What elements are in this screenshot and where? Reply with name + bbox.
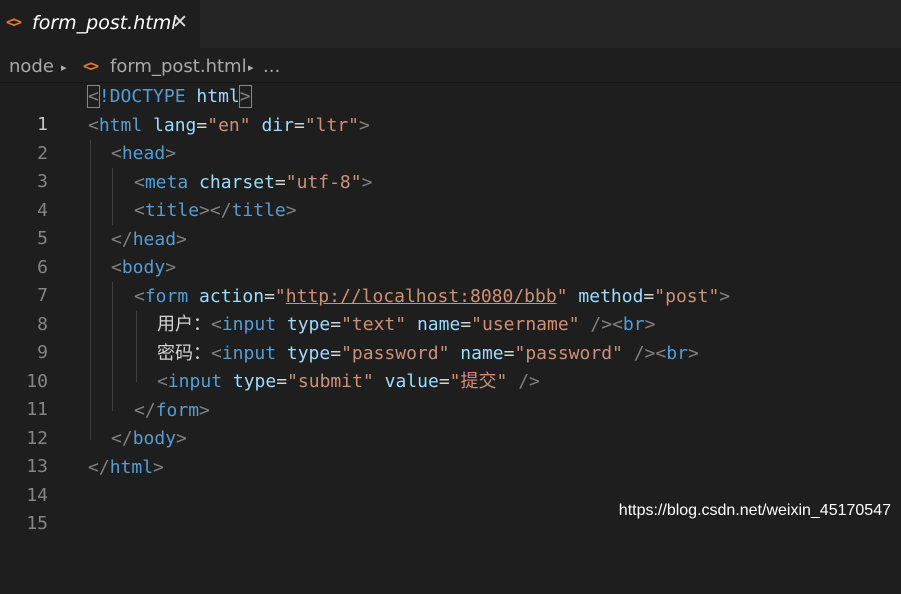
html-file-icon: <>: [83, 57, 99, 75]
breadcrumb-item-file[interactable]: form_post.html: [110, 56, 247, 77]
code-line: 6 </head>: [0, 226, 901, 278]
code-line: 11 <input type="submit" value="提交" />: [0, 368, 901, 420]
code-line: 14 </html>: [0, 454, 901, 506]
tab-title: form_post.html: [32, 12, 177, 34]
chevron-right-icon: ▸: [248, 61, 254, 74]
html-file-icon: <>: [6, 13, 22, 31]
code-line: 7 <body>: [0, 254, 901, 306]
breadcrumb-item-more[interactable]: ...: [263, 56, 280, 77]
action-url-link[interactable]: http://localhost:8080/bbb: [286, 286, 557, 307]
code-line: 4 <meta charset="utf-8">: [0, 169, 901, 221]
code-line: 1 <!DOCTYPE html>: [0, 83, 901, 135]
code-line: 2 <html lang="en" dir="ltr">: [0, 112, 901, 164]
code-line: 13 </body>: [0, 425, 901, 477]
tab-bar: <> form_post.html ✕: [0, 0, 901, 48]
code-line: 5 <title></title>: [0, 197, 901, 249]
watermark: https://blog.csdn.net/weixin_45170547: [618, 502, 891, 519]
code-line: 9 用户：<input type="text" name="username" …: [0, 311, 901, 363]
breadcrumb: node ▸ <> form_post.html ▸ ...: [0, 48, 901, 83]
chevron-right-icon: ▸: [61, 61, 67, 74]
close-icon[interactable]: ✕: [172, 11, 188, 33]
code-line: 8 <form action="http://localhost:8080/bb…: [0, 283, 901, 335]
code-line: 3 <head>: [0, 140, 901, 192]
line-number: 15: [26, 513, 48, 534]
tab-form-post[interactable]: <> form_post.html ✕: [0, 0, 200, 48]
code-line: 10 密码：<input type="password" name="passw…: [0, 340, 901, 392]
code-line: 12 </form>: [0, 397, 901, 449]
code-editor[interactable]: 1 <!DOCTYPE html> 2 <html lang="en" dir=…: [0, 83, 901, 534]
breadcrumb-item-node[interactable]: node: [9, 56, 54, 77]
